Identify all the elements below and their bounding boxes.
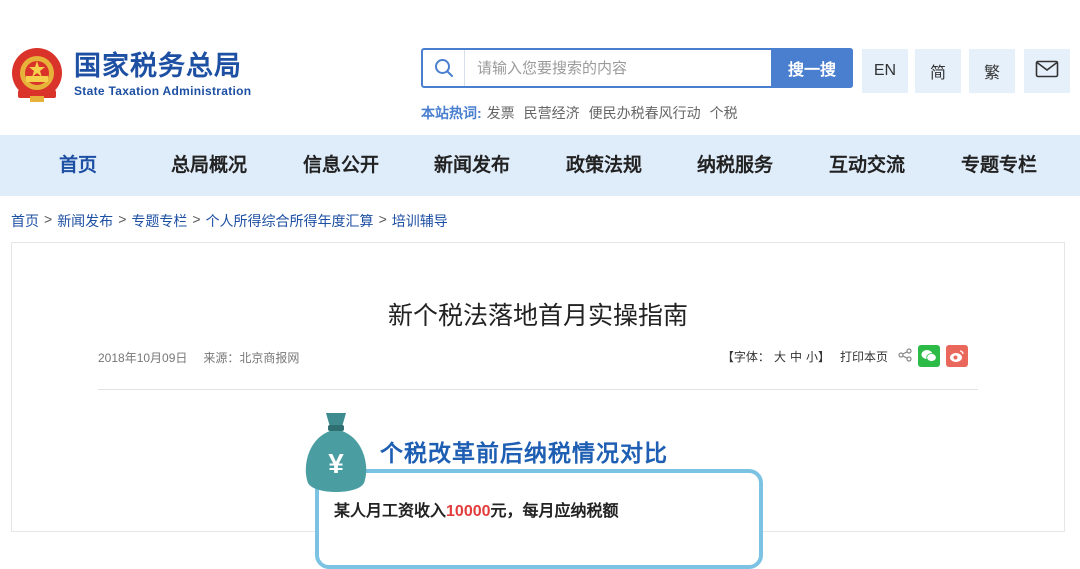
breadcrumb-link[interactable]: 首页 bbox=[11, 211, 39, 231]
article-container: 新个税法落地首月实操指南 2018年10月09日 来源：北京商报网 【字体： 大… bbox=[11, 242, 1065, 569]
weibo-share-icon[interactable] bbox=[946, 345, 968, 367]
search-bar: 搜一搜 bbox=[421, 48, 853, 88]
wechat-share-icon[interactable] bbox=[918, 345, 940, 367]
traditional-chinese-button[interactable]: 繁 bbox=[969, 49, 1015, 93]
hot-keyword-link[interactable]: 便民办税春风行动 bbox=[589, 103, 701, 123]
font-large-button[interactable]: 大 bbox=[774, 348, 786, 365]
article-date: 2018年10月09日 bbox=[98, 351, 188, 365]
breadcrumb-separator: > bbox=[378, 211, 387, 227]
money-bag-icon: ¥ bbox=[298, 409, 374, 504]
breadcrumb-link[interactable]: 专题专栏 bbox=[131, 211, 187, 231]
breadcrumb-separator: > bbox=[118, 211, 127, 227]
article-title: 新个税法落地首月实操指南 bbox=[387, 302, 688, 330]
breadcrumb-link[interactable]: 新闻发布 bbox=[57, 211, 113, 231]
search-input[interactable] bbox=[465, 50, 771, 86]
hot-keyword-link[interactable]: 个税 bbox=[710, 103, 738, 123]
nav-item-home[interactable]: 首页 bbox=[38, 135, 118, 196]
article-infographic: ¥ 个税改革前后纳税情况对比 某人月工资收入10000元，每月应纳税额 bbox=[298, 409, 778, 569]
breadcrumb-link[interactable]: 个人所得综合所得年度汇算 bbox=[206, 211, 374, 231]
font-size-label: 【字体： bbox=[721, 349, 770, 364]
nav-item-interaction[interactable]: 互动交流 bbox=[816, 135, 918, 196]
search-button[interactable]: 搜一搜 bbox=[771, 48, 853, 88]
hot-keywords-label: 本站热词: bbox=[421, 105, 482, 121]
article-tools: 【字体： 大 中 小】 打印本页 bbox=[722, 345, 968, 367]
nav-item-info-disclosure[interactable]: 信息公开 bbox=[290, 135, 392, 196]
nav-item-policy[interactable]: 政策法规 bbox=[553, 135, 655, 196]
print-button[interactable]: 打印本页 bbox=[840, 348, 888, 365]
share-icon[interactable] bbox=[898, 347, 912, 365]
article-divider bbox=[98, 389, 978, 390]
svg-text:¥: ¥ bbox=[328, 448, 344, 479]
nav-item-news[interactable]: 新闻发布 bbox=[421, 135, 523, 196]
font-small-button[interactable]: 小】 bbox=[806, 348, 830, 365]
simplified-chinese-button[interactable]: 简 bbox=[915, 49, 961, 93]
hot-keyword-link[interactable]: 发票 bbox=[487, 103, 515, 123]
hot-keywords: 本站热词: 发票 民营经济 便民办税春风行动 个税 bbox=[421, 103, 738, 123]
breadcrumb-link[interactable]: 培训辅导 bbox=[392, 211, 448, 231]
search-icon bbox=[423, 50, 465, 86]
breadcrumb-separator: > bbox=[192, 211, 201, 227]
nav-item-overview[interactable]: 总局概况 bbox=[158, 135, 260, 196]
site-logo[interactable]: 国家税务总局 State Taxation Administration bbox=[10, 46, 251, 104]
english-button[interactable]: EN bbox=[862, 49, 908, 93]
infographic-text: 某人月工资收入10000元，每月应纳税额 bbox=[334, 503, 619, 520]
national-emblem-icon bbox=[10, 46, 64, 104]
main-nav: 首页 总局概况 信息公开 新闻发布 政策法规 纳税服务 互动交流 专题专栏 bbox=[0, 135, 1080, 196]
nav-item-tax-service[interactable]: 纳税服务 bbox=[684, 135, 786, 196]
article-meta: 2018年10月09日 来源：北京商报网 bbox=[98, 349, 299, 366]
site-name-cn: 国家税务总局 bbox=[74, 51, 242, 82]
breadcrumb: 首页 > 新闻发布 > 专题专栏 > 个人所得综合所得年度汇算 > 培训辅导 bbox=[11, 211, 448, 231]
article-source: 来源：北京商报网 bbox=[203, 351, 300, 365]
site-name-en: State Taxation Administration bbox=[74, 84, 252, 98]
mail-icon bbox=[1035, 60, 1059, 83]
mail-button[interactable] bbox=[1024, 49, 1070, 93]
font-medium-button[interactable]: 中 bbox=[790, 348, 802, 365]
breadcrumb-separator: > bbox=[44, 211, 53, 227]
nav-item-special-topics[interactable]: 专题专栏 bbox=[948, 135, 1050, 196]
site-header: 国家税务总局 State Taxation Administration 搜一搜… bbox=[0, 0, 1080, 135]
infographic-title: 个税改革前后纳税情况对比 bbox=[380, 440, 668, 466]
hot-keyword-link[interactable]: 民营经济 bbox=[524, 103, 580, 123]
